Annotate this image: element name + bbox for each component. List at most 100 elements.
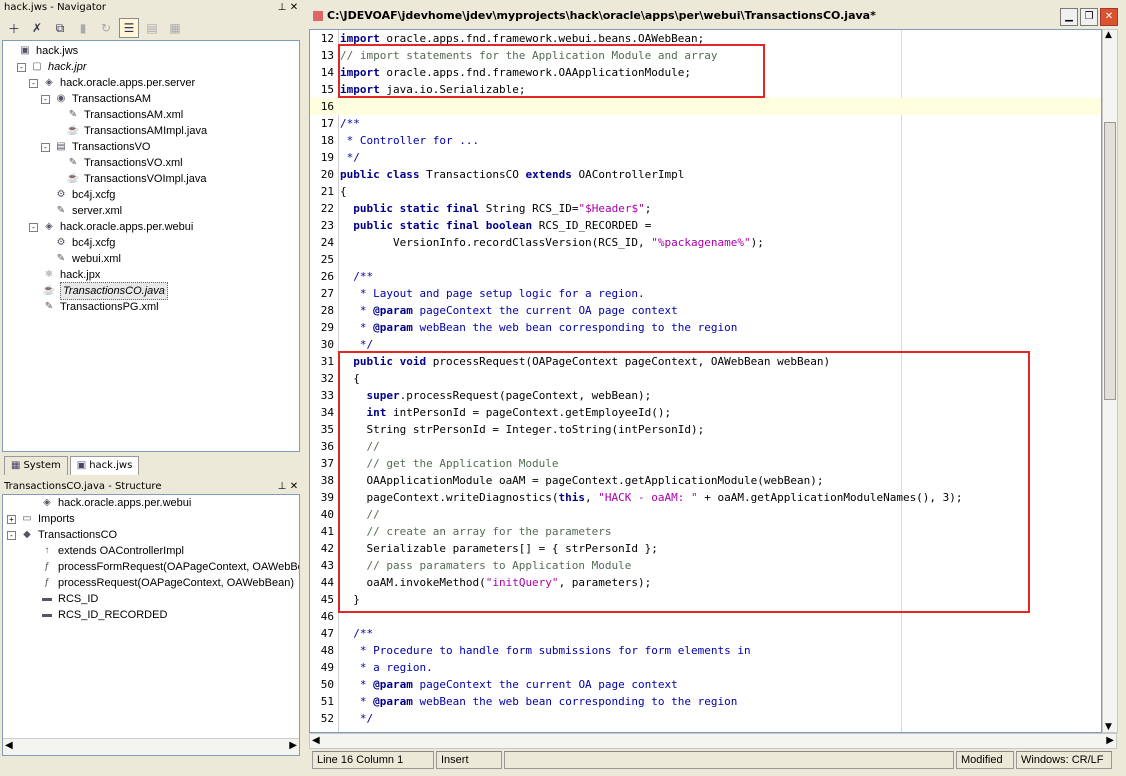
navigator-tree-item[interactable]: ▣ hack.jws (5, 43, 78, 59)
navigator-tree-item[interactable]: ⚙ bc4j.xcfg (41, 235, 116, 251)
structure-tree-item[interactable]: - ◆ TransactionsCO (7, 527, 117, 543)
code-line[interactable]: 33 super.processRequest(pageContext, web… (310, 387, 1101, 404)
code-line[interactable]: 25 (310, 251, 1101, 268)
add-icon[interactable]: ＋ (4, 18, 24, 38)
code-line[interactable]: 43 // pass paramaters to Application Mod… (310, 557, 1101, 574)
structure-tree-item[interactable]: + ▭ Imports (7, 511, 75, 527)
structure-tree-item[interactable]: ↑ extends OAControllerImpl (27, 543, 184, 559)
code-line[interactable]: 13 // import statements for the Applicati… (310, 47, 1101, 64)
structure-tree-item[interactable]: ▬ RCS_ID (27, 591, 98, 607)
navigator-tree-item[interactable]: ⚛ hack.jpx (29, 267, 101, 283)
collapse-icon[interactable]: - (41, 94, 50, 104)
close-icon[interactable]: ✕ (288, 0, 300, 16)
navigator-tree-item[interactable]: ✎ webui.xml (41, 251, 121, 267)
remove-icon[interactable]: ✗ (27, 18, 47, 38)
refresh-icon[interactable]: ↻ (96, 18, 116, 38)
code-line[interactable]: 40 // (310, 506, 1101, 523)
code-line[interactable]: 45 } (310, 591, 1101, 608)
list-view-icon[interactable]: ☰ (119, 18, 139, 38)
code-line[interactable]: 41 // create an array for the parameters (310, 523, 1101, 540)
code-line[interactable]: 39 pageContext.writeDiagnostics(this, "H… (310, 489, 1101, 506)
code-line[interactable]: 52 */ (310, 710, 1101, 727)
code-line[interactable]: 38 OAApplicationModule oaAM = pageContex… (310, 472, 1101, 489)
scroll-right-icon[interactable]: ▶ (1106, 735, 1114, 746)
code-line[interactable]: 51 * @param webBean the web bean corresp… (310, 693, 1101, 710)
code-line[interactable]: 15 import java.io.Serializable; (310, 81, 1101, 98)
navigator-tree-item[interactable]: - ◈ hack.oracle.apps.per.server (29, 75, 195, 91)
close-button[interactable]: ✕ (1100, 8, 1118, 26)
navigator-tree-item[interactable]: - ◉ TransactionsAM (41, 91, 151, 107)
code-editor[interactable]: 12 import oracle.apps.fnd.framework.webui… (309, 29, 1102, 733)
collapse-icon[interactable]: - (41, 142, 50, 152)
code-line[interactable]: 42 Serializable parameters[] = { strPers… (310, 540, 1101, 557)
scroll-down-icon[interactable]: ▼ (1105, 722, 1112, 732)
code-line[interactable]: 50 * @param pageContext the current OA p… (310, 676, 1101, 693)
code-line[interactable]: 14 import oracle.apps.fnd.framework.OAApp… (310, 64, 1101, 81)
pin-icon[interactable]: ⊥ (276, 0, 288, 16)
scroll-up-icon[interactable]: ▲ (1105, 30, 1112, 40)
structure-tree-item[interactable]: ◈ hack.oracle.apps.per.webui (27, 495, 191, 511)
close-icon[interactable]: ✕ (288, 479, 300, 495)
scroll-thumb[interactable] (1104, 122, 1116, 400)
code-line[interactable]: 47 /** (310, 625, 1101, 642)
expand-icon[interactable]: + (7, 514, 16, 524)
restore-button[interactable]: ❐ (1080, 8, 1098, 26)
code-line[interactable]: 36 // (310, 438, 1101, 455)
code-line[interactable]: 23 public static final boolean RCS_ID_RE… (310, 217, 1101, 234)
tab-system[interactable]: ▦ System (4, 456, 68, 475)
pin-icon[interactable]: ⊥ (276, 479, 288, 495)
code-line[interactable]: 49 * a region. (310, 659, 1101, 676)
structure-tree-item[interactable]: ƒ processFormRequest(OAPageContext, OAWeb… (27, 559, 299, 575)
navigator-tree-item[interactable]: ☕ TransactionsCO.java (29, 282, 168, 300)
collapse-icon[interactable]: - (7, 530, 16, 540)
code-line[interactable]: 18 * Controller for ... (310, 132, 1101, 149)
group-icon[interactable]: ▤ (142, 18, 162, 38)
code-line[interactable]: 12 import oracle.apps.fnd.framework.webui… (310, 30, 1101, 47)
code-line[interactable]: 35 String strPersonId = Integer.toString… (310, 421, 1101, 438)
structure-tree-item[interactable]: ƒ processRequest(OAPageContext, OAWebBean… (27, 575, 294, 591)
code-line[interactable]: 21 { (310, 183, 1101, 200)
navigator-tree-item[interactable]: ☕ TransactionsVOImpl.java (53, 171, 207, 187)
code-line[interactable]: 20 public class TransactionsCO extends OA… (310, 166, 1101, 183)
structure-hscrollbar[interactable]: ◀ ▶ (3, 738, 299, 755)
editor-vscrollbar[interactable]: ▲ ▼ (1102, 29, 1118, 733)
structure-tree-item[interactable]: ▬ RCS_ID_RECORDED (27, 607, 167, 623)
collapse-icon[interactable]: - (29, 222, 38, 232)
navigator-tree-item[interactable]: ⚙ bc4j.xcfg (41, 187, 116, 203)
code-line[interactable]: 48 * Procedure to handle form submission… (310, 642, 1101, 659)
scroll-left-icon[interactable]: ◀ (5, 740, 13, 751)
minimize-button[interactable]: ▁ (1060, 8, 1078, 26)
code-line[interactable]: 16 (310, 98, 1101, 115)
navigator-tree-item[interactable]: ☕ TransactionsAMImpl.java (53, 123, 207, 139)
collapse-icon[interactable]: - (29, 78, 38, 88)
code-line[interactable]: 30 */ (310, 336, 1101, 353)
collapse-icon[interactable]: - (17, 62, 26, 72)
code-line[interactable]: 27 * Layout and page setup logic for a r… (310, 285, 1101, 302)
navigator-tree-item[interactable]: ✎ server.xml (41, 203, 122, 219)
navigator-tree-item[interactable]: ✎ TransactionsVO.xml (53, 155, 183, 171)
code-line[interactable]: 34 int intPersonId = pageContext.getEmpl… (310, 404, 1101, 421)
code-line[interactable]: 44 oaAM.invokeMethod("initQuery", parame… (310, 574, 1101, 591)
new-window-icon[interactable]: ⧉ (50, 18, 70, 38)
code-line[interactable]: 24 VersionInfo.recordClassVersion(RCS_ID… (310, 234, 1101, 251)
scroll-left-icon[interactable]: ◀ (312, 735, 320, 746)
tab-hack-jws[interactable]: ▣ hack.jws (69, 456, 140, 475)
navigator-tree-item[interactable]: ✎ TransactionsAM.xml (53, 107, 183, 123)
code-line[interactable]: 22 public static final String RCS_ID="$H… (310, 200, 1101, 217)
editor-hscrollbar[interactable]: ◀ ▶ (309, 733, 1117, 749)
code-line[interactable]: 37 // get the Application Module (310, 455, 1101, 472)
save-icon[interactable]: ▮ (73, 18, 93, 38)
navigator-tree-item[interactable]: ✎ TransactionsPG.xml (29, 299, 159, 315)
navigator-tree-item[interactable]: - ▢ hack.jpr (17, 59, 87, 75)
code-line[interactable]: 17 /** (310, 115, 1101, 132)
scroll-right-icon[interactable]: ▶ (289, 740, 297, 751)
grid-icon[interactable]: ▦ (165, 18, 185, 38)
code-line[interactable]: 19 */ (310, 149, 1101, 166)
code-line[interactable]: 32 { (310, 370, 1101, 387)
navigator-tree-item[interactable]: - ◈ hack.oracle.apps.per.webui (29, 219, 193, 235)
code-line[interactable]: 31 public void processRequest(OAPageCont… (310, 353, 1101, 370)
code-line[interactable]: 28 * @param pageContext the current OA p… (310, 302, 1101, 319)
navigator-tree-item[interactable]: - ▤ TransactionsVO (41, 139, 150, 155)
code-line[interactable]: 46 (310, 608, 1101, 625)
code-line[interactable]: 26 /** (310, 268, 1101, 285)
